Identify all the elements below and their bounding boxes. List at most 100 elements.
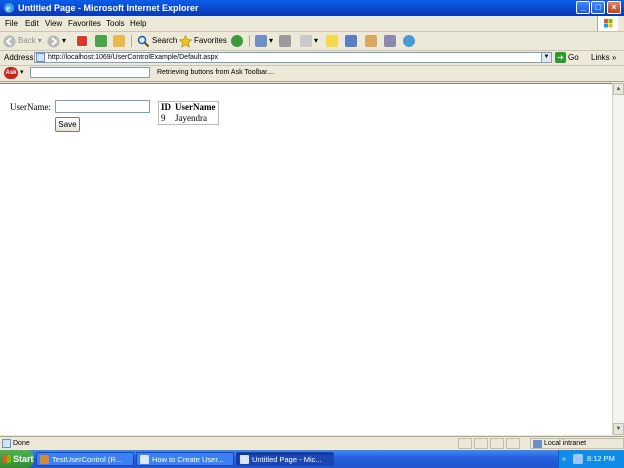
tool-button-2[interactable] <box>384 34 396 48</box>
username-label: UserName: <box>10 102 51 112</box>
window-title: Untitled Page - Microsoft Internet Explo… <box>18 3 199 13</box>
users-grid: ID UserName 9 Jayendra <box>158 101 219 125</box>
menu-help[interactable]: Help <box>130 19 146 29</box>
search-label: Search <box>152 36 178 45</box>
menu-file[interactable]: File <box>5 19 18 29</box>
save-button[interactable]: Save <box>55 117 80 132</box>
windows-start-icon <box>3 455 11 463</box>
svg-text:e: e <box>6 3 10 13</box>
scroll-down-icon[interactable]: ▼ <box>613 423 624 435</box>
messenger-button[interactable] <box>403 34 415 48</box>
address-input[interactable]: http://localhost:1069/UserControlExample… <box>34 52 552 63</box>
vertical-scrollbar[interactable]: ▲ ▼ <box>612 83 624 435</box>
edit-button[interactable]: ▾ <box>300 34 318 48</box>
status-cell <box>474 438 488 449</box>
menu-edit[interactable]: Edit <box>25 19 39 29</box>
back-dropdown-icon: ▾ <box>37 36 42 45</box>
status-cell <box>506 438 520 449</box>
back-label: Back <box>18 36 36 45</box>
minimize-button[interactable]: _ <box>576 1 590 14</box>
ask-search-input[interactable] <box>30 67 150 78</box>
grid-cell-id: 9 <box>161 113 166 123</box>
clipboard-icon <box>384 35 396 47</box>
back-icon <box>3 35 16 47</box>
tray-expand-icon[interactable]: « <box>562 454 566 463</box>
print-button[interactable] <box>279 34 291 48</box>
address-bar: Address http://localhost:1069/UserContro… <box>0 51 624 66</box>
local-intranet-icon <box>533 440 542 448</box>
table-row: 9 Jayendra <box>159 113 219 125</box>
print-icon <box>279 35 291 47</box>
ie-icon: e <box>4 3 14 13</box>
taskbar-item-untitled-page[interactable]: Untitled Page - Mic... <box>236 452 334 466</box>
history-icon <box>231 35 243 47</box>
address-label: Address <box>4 53 34 62</box>
search-button[interactable]: Search <box>137 34 177 48</box>
status-cell <box>490 438 504 449</box>
username-input[interactable] <box>55 100 150 113</box>
windows-flag-icon <box>604 19 613 28</box>
ask-dropdown-icon[interactable]: ▾ <box>20 68 24 76</box>
refresh-icon <box>95 35 107 47</box>
home-button[interactable] <box>113 34 125 48</box>
home-icon <box>113 35 125 47</box>
discuss-button[interactable] <box>326 34 338 48</box>
taskbar-item-how-to-create[interactable]: How to Create User... <box>136 452 234 466</box>
status-cell <box>458 438 472 449</box>
page-icon <box>36 53 45 62</box>
menu-tools[interactable]: Tools <box>106 19 125 29</box>
visual-studio-icon <box>40 454 49 464</box>
messenger-icon <box>403 35 415 47</box>
taskbar-item-testusercontrol[interactable]: TestUserControl (R... <box>36 452 134 466</box>
toolbar-separator <box>131 35 132 47</box>
start-label: Start <box>13 454 34 464</box>
windows-logo <box>597 16 618 31</box>
start-button[interactable]: Start <box>0 450 34 468</box>
stop-button[interactable] <box>76 34 88 48</box>
forward-button[interactable]: ▾ <box>47 34 66 48</box>
search-icon <box>137 35 150 47</box>
maximize-button[interactable]: □ <box>591 1 605 14</box>
refresh-button[interactable] <box>95 34 107 48</box>
task-label: Untitled Page - Mic... <box>252 454 322 464</box>
edit-dropdown-icon: ▾ <box>314 36 319 45</box>
ask-logo-icon[interactable]: Ask <box>4 67 18 79</box>
taskbar: Start TestUserControl (R... How to Creat… <box>0 450 624 468</box>
system-tray: « 8:12 PM <box>558 450 624 468</box>
address-dropdown-icon[interactable]: ▼ <box>541 53 551 62</box>
ie-window-icon <box>140 454 149 464</box>
go-label: Go <box>568 53 579 62</box>
links-button[interactable]: Links » <box>591 53 616 62</box>
close-button[interactable]: × <box>607 1 621 14</box>
mail-icon <box>255 35 267 47</box>
title-bar[interactable]: e Untitled Page - Microsoft Internet Exp… <box>0 0 624 16</box>
page-done-icon <box>2 439 11 448</box>
clock: 8:12 PM <box>587 454 615 463</box>
network-icon[interactable] <box>573 454 583 464</box>
tool-button-1[interactable] <box>365 34 377 48</box>
stop-icon <box>76 35 88 47</box>
grid-header-row: ID UserName <box>159 102 219 114</box>
scroll-up-icon[interactable]: ▲ <box>613 83 624 95</box>
history-button[interactable] <box>231 34 243 48</box>
back-button[interactable]: Back ▾ <box>3 34 42 48</box>
links-label: Links <box>591 53 610 62</box>
mail-button[interactable]: ▾ <box>255 34 273 48</box>
favorites-button[interactable]: Favorites <box>179 34 227 48</box>
status-bar: Done Local intranet <box>0 436 624 450</box>
task-label: TestUserControl (R... <box>52 454 123 464</box>
menu-favorites[interactable]: Favorites <box>68 19 101 29</box>
research-button[interactable] <box>345 34 357 48</box>
links-chevron-icon: » <box>611 53 617 62</box>
toolbar-separator <box>249 35 250 47</box>
status-text: Done <box>13 440 30 447</box>
zone-text: Local intranet <box>544 440 587 447</box>
menu-view[interactable]: View <box>45 19 62 29</box>
ask-toolbar: Ask ▾ Retrieving buttons from Ask Toolba… <box>0 66 624 82</box>
standard-toolbar: Back ▾ ▾ Search Favorites ▾ ▾ <box>0 32 624 51</box>
mail-dropdown-icon: ▾ <box>269 36 274 45</box>
forward-dropdown-icon: ▾ <box>62 36 67 45</box>
forward-icon <box>47 35 60 47</box>
go-button[interactable]: ➔ Go <box>555 52 579 63</box>
menu-bar: File Edit View Favorites Tools Help <box>0 16 624 32</box>
